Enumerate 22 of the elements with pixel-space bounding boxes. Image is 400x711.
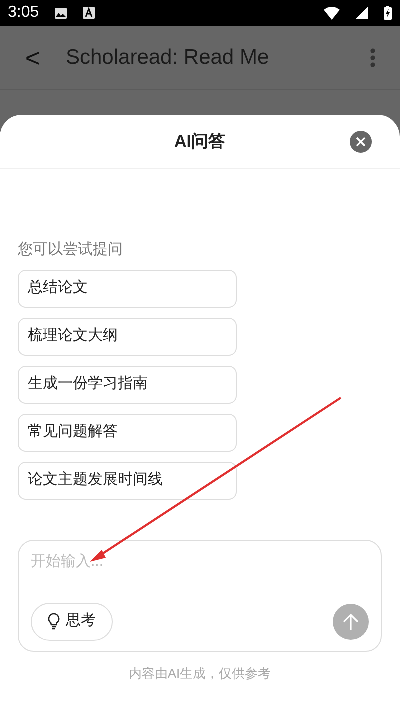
sheet-title: AI问答 [174, 130, 226, 153]
signal-icon [356, 7, 368, 19]
close-icon [356, 137, 366, 147]
suggestion-chip[interactable]: 总结论文 [18, 270, 237, 308]
suggestion-chip[interactable]: 梳理论文大纲 [18, 318, 237, 356]
suggestion-chip[interactable]: 论文主题发展时间线 [18, 462, 237, 500]
more-icon[interactable] [370, 48, 376, 68]
battery-icon [384, 6, 392, 20]
lightbulb-icon [48, 613, 60, 630]
send-button[interactable] [333, 604, 369, 640]
image-icon [55, 8, 68, 18]
wifi-icon [324, 6, 340, 20]
suggestion-chip[interactable]: 常见问题解答 [18, 414, 237, 452]
app-title: Scholaread: Read Me [66, 44, 270, 71]
arrow-up-icon [343, 612, 359, 630]
status-time: 3:05 [8, 3, 40, 23]
suggestions-label: 您可以尝试提问 [18, 240, 124, 260]
close-button[interactable] [350, 131, 372, 153]
think-button[interactable]: 思考 [31, 602, 113, 640]
text-icon [83, 7, 96, 19]
disclaimer-text: 内容由AI生成，仅供参考 [128, 664, 272, 682]
suggestion-chip[interactable]: 生成一份学习指南 [18, 366, 237, 404]
